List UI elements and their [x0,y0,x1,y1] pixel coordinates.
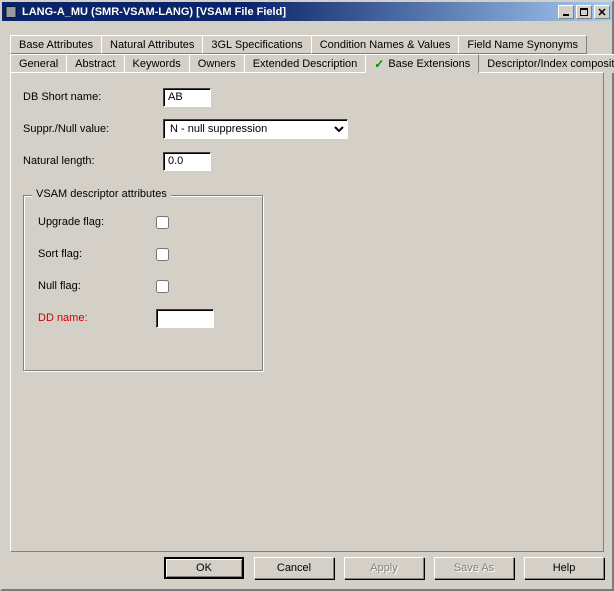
dd-name-label: DD name: [38,312,156,324]
upgrade-flag-label: Upgrade flag: [38,216,156,228]
sort-flag-checkbox[interactable] [156,248,169,261]
upgrade-flag-checkbox[interactable] [156,216,169,229]
tab-keywords[interactable]: Keywords [124,54,190,73]
titlebar-buttons [556,5,610,19]
tab-label: Natural Attributes [110,39,194,51]
maximize-button[interactable] [576,5,592,19]
client-area: Base Attributes Natural Attributes 3GL S… [2,21,612,589]
window-title: LANG-A_MU (SMR-VSAM-LANG) [VSAM File Fie… [22,6,556,18]
apply-button[interactable]: Apply [344,557,424,579]
tab-label: Extended Description [253,58,358,70]
tab-descriptor-index-composition[interactable]: Descriptor/Index composition [478,54,614,73]
db-short-name-label: DB Short name: [23,91,163,103]
tab-abstract[interactable]: Abstract [66,54,124,73]
natural-length-input[interactable] [163,152,211,171]
close-button[interactable] [594,5,610,19]
tab-label: Field Name Synonyms [467,39,578,51]
null-flag-checkbox[interactable] [156,280,169,293]
tab-owners[interactable]: Owners [189,54,245,73]
help-button[interactable]: Help [524,557,604,579]
tab-general[interactable]: General [10,54,67,73]
null-flag-label: Null flag: [38,280,156,292]
row-sort-flag: Sort flag: [38,244,248,264]
groupbox-legend: VSAM descriptor attributes [32,188,171,200]
check-icon: ✓ [374,57,384,71]
suppr-null-label: Suppr./Null value: [23,123,163,135]
vsam-descriptor-groupbox: VSAM descriptor attributes Upgrade flag:… [23,195,263,371]
row-dd-name: DD name: [38,308,248,328]
tab-label: Base Extensions [388,58,470,70]
dd-name-input[interactable] [156,309,214,328]
tab-label: Descriptor/Index composition [487,58,614,70]
row-upgrade-flag: Upgrade flag: [38,212,248,232]
tab-extended-description[interactable]: Extended Description [244,54,367,73]
row-natural-length: Natural length: [23,151,591,171]
row-db-short-name: DB Short name: [23,87,591,107]
sort-flag-label: Sort flag: [38,248,156,260]
titlebar: LANG-A_MU (SMR-VSAM-LANG) [VSAM File Fie… [2,2,612,21]
tab-field-name-synonyms[interactable]: Field Name Synonyms [458,35,587,54]
tab-row-2: General Abstract Keywords Owners Extende… [10,54,604,73]
tab-natural-attributes[interactable]: Natural Attributes [101,35,203,54]
window-icon [4,5,18,19]
button-bar: OK Cancel Apply Save As Help [10,557,604,579]
db-short-name-input[interactable] [163,88,211,107]
tab-base-attributes[interactable]: Base Attributes [10,35,102,54]
row-null-flag: Null flag: [38,276,248,296]
tab-label: Base Attributes [19,39,93,51]
tab-label: General [19,58,58,70]
tab-3gl-specifications[interactable]: 3GL Specifications [202,35,311,54]
cancel-button[interactable]: Cancel [254,557,334,579]
tab-condition-names-values[interactable]: Condition Names & Values [311,35,460,54]
tab-label: Condition Names & Values [320,39,451,51]
window: LANG-A_MU (SMR-VSAM-LANG) [VSAM File Fie… [0,0,614,591]
tab-label: Abstract [75,58,115,70]
tab-row-1: Base Attributes Natural Attributes 3GL S… [10,35,604,54]
tab-label: Keywords [133,58,181,70]
tab-label: Owners [198,58,236,70]
ok-button[interactable]: OK [164,557,244,579]
minimize-button[interactable] [558,5,574,19]
tab-label: 3GL Specifications [211,39,302,51]
suppr-null-select[interactable]: N - null suppression [163,119,348,139]
row-suppr-null: Suppr./Null value: N - null suppression [23,119,591,139]
tab-panel-base-extensions: DB Short name: Suppr./Null value: N - nu… [10,72,604,552]
save-as-button[interactable]: Save As [434,557,514,579]
tab-base-extensions[interactable]: ✓ Base Extensions [365,54,479,73]
natural-length-label: Natural length: [23,155,163,167]
